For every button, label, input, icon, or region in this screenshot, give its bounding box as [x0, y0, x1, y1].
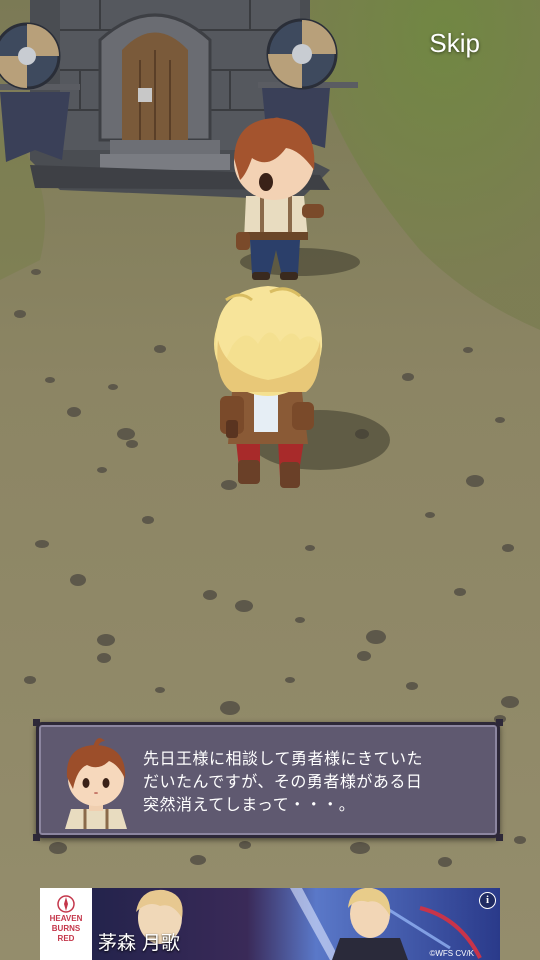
dialog-line: だいたんですが、その勇者様がある日	[143, 772, 423, 791]
ad-banner[interactable]: HEAVEN BURNS RED 茅森 月歌 ©WFS CV/K i	[40, 888, 500, 960]
dialog-text: 先日王様に相談して勇者様にきていた だいたんですが、その勇者様がある日 突然消え…	[143, 747, 483, 816]
ad-logo-text: HEAVEN BURNS RED	[42, 914, 90, 944]
shield-left	[0, 22, 61, 90]
ad-logo-line: RED	[57, 934, 75, 943]
skip-button[interactable]: Skip	[429, 28, 480, 59]
info-icon[interactable]: i	[479, 892, 496, 909]
dialog-corner	[33, 719, 40, 726]
dialog-corner	[496, 834, 503, 841]
dialog-corner	[496, 719, 503, 726]
ad-copyright: ©WFS CV/K	[429, 949, 474, 958]
ad-logo: HEAVEN BURNS RED	[40, 888, 92, 960]
speaker-portrait	[65, 738, 127, 829]
dialog-corner	[33, 834, 40, 841]
dialog-line: 先日王様に相談して勇者様にきていた	[143, 749, 424, 768]
dialog-box[interactable]: 先日王様に相談して勇者様にきていた だいたんですが、その勇者様がある日 突然消え…	[33, 719, 503, 841]
ad-logo-line: BURNS	[51, 924, 81, 933]
ad-logo-line: HEAVEN	[49, 914, 83, 923]
shield-right	[266, 18, 338, 90]
ad-character-name: 茅森 月歌	[98, 932, 181, 954]
logo-emblem-icon	[57, 895, 75, 913]
dialog-line: 突然消えてしまって・・・。	[143, 795, 356, 814]
